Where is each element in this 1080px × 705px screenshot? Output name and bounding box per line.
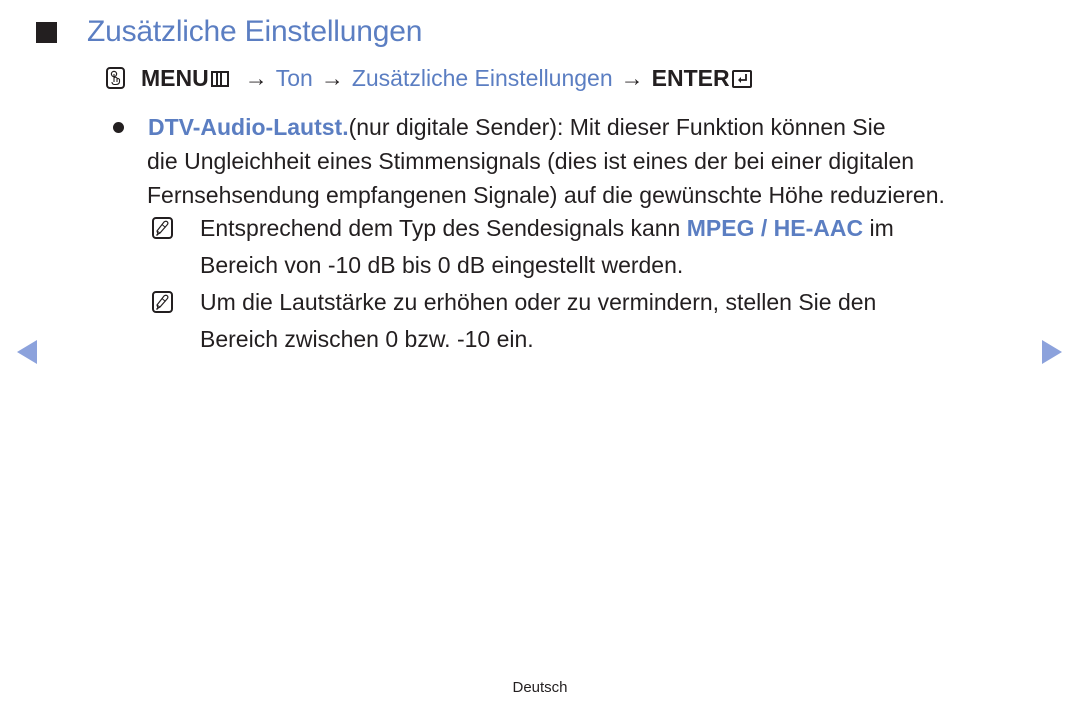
menu-path: MENU → Ton → Zusätzliche Einstellungen →… [106, 60, 752, 96]
section-square-icon [36, 21, 57, 43]
enter-return-icon [731, 70, 752, 88]
note-text: Entsprechend dem Typ des Sendesignals ka… [200, 215, 687, 241]
note-line: Bereich zwischen 0 bzw. -10 ein. [200, 326, 534, 352]
path-arrow: → [320, 64, 344, 91]
feature-term: DTV-Audio-Lautst. [148, 114, 349, 140]
note-line: Entsprechend dem Typ des Sendesignals ka… [200, 210, 894, 247]
note-item: Um die Lautstärke zu erhöhen oder zu ver… [152, 284, 894, 358]
bullet-text: DTV-Audio-Lautst.(nur digitale Sender): … [147, 110, 1028, 212]
remote-touch-icon [106, 67, 125, 89]
path-step-additional-settings: Zusätzliche Einstellungen [351, 64, 613, 91]
note-text: im [863, 215, 894, 241]
page-title: Zusätzliche Einstellungen [87, 15, 423, 48]
triangle-right-icon[interactable] [1042, 340, 1062, 364]
menu-label: MENU [141, 64, 209, 91]
path-arrow: → [244, 64, 268, 91]
bullet-line: die Ungleichheit eines Stimmensignals (d… [147, 148, 915, 174]
triangle-left-icon[interactable] [17, 340, 37, 364]
note-line: Bereich von -10 dB bis 0 dB eingestellt … [200, 252, 684, 278]
enter-label: ENTER [651, 64, 730, 91]
codec-highlight: MPEG / HE-AAC [686, 215, 864, 241]
notes-list: Entsprechend dem Typ des Sendesignals ka… [152, 210, 894, 358]
bullet-line1-text: (nur digitale Sender): Mit dieser Funkti… [348, 114, 886, 140]
bullet-line: DTV-Audio-Lautst.(nur digitale Sender): … [148, 110, 1028, 144]
path-arrow: → [620, 64, 644, 91]
bullet-dot-icon [113, 122, 124, 133]
footer-language: Deutsch [512, 679, 568, 696]
section-header: Zusätzliche Einstellungen [36, 10, 422, 54]
menu-grid-icon [210, 71, 229, 87]
note-pencil-icon [152, 217, 173, 239]
note-pencil-icon [152, 291, 173, 313]
bullet-line: Fernsehsendung empfangenen Signale) auf … [147, 182, 945, 208]
note-line: Um die Lautstärke zu erhöhen oder zu ver… [200, 289, 877, 315]
note-item: Entsprechend dem Typ des Sendesignals ka… [152, 210, 894, 284]
path-step-ton: Ton [275, 64, 313, 91]
